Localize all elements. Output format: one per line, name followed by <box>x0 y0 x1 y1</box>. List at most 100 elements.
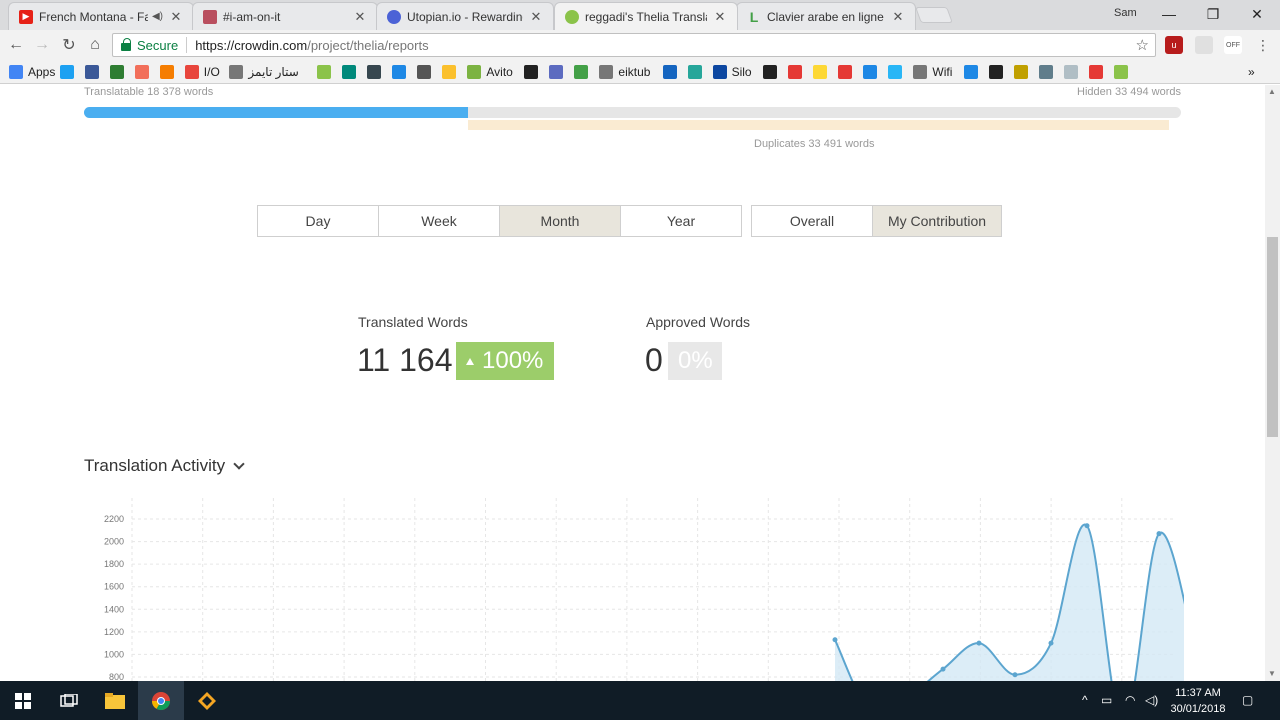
bookmark-favicon-icon <box>367 65 382 79</box>
browser-tab[interactable]: #i-am-on-it ✕ <box>192 2 378 30</box>
new-tab-button[interactable] <box>915 7 953 23</box>
back-icon[interactable]: ← <box>4 34 28 56</box>
bookmark-item[interactable] <box>888 64 907 80</box>
bookmark-item[interactable]: Apps <box>9 64 55 80</box>
crowdin-icon <box>565 9 579 24</box>
forward-icon[interactable]: → <box>30 34 54 56</box>
tab-day[interactable]: Day <box>257 205 379 237</box>
bookmark-item[interactable] <box>367 64 386 80</box>
bookmark-item[interactable]: Wifi <box>913 64 952 80</box>
bookmark-item[interactable] <box>1014 64 1033 80</box>
bookmark-item[interactable] <box>134 64 154 80</box>
bookmark-item[interactable] <box>159 64 179 80</box>
home-icon[interactable]: ⌂ <box>83 34 107 56</box>
more-bookmarks-icon[interactable]: » <box>1248 64 1255 80</box>
activity-title-text: Translation Activity <box>84 456 226 475</box>
translation-activity-title[interactable]: Translation Activity <box>84 456 245 476</box>
tab-overall[interactable]: Overall <box>751 205 873 237</box>
bookmark-item[interactable] <box>417 64 436 80</box>
close-tab-icon[interactable]: ✕ <box>891 9 905 25</box>
scroll-up-icon[interactable]: ▲ <box>1268 87 1276 96</box>
bookmark-item[interactable]: ستار تايمز <box>229 64 299 80</box>
bookmark-item[interactable]: Avito <box>467 64 513 80</box>
y-tick-label: 1000 <box>104 649 124 659</box>
volume-icon[interactable]: ◁) <box>1145 693 1158 707</box>
browser-tab[interactable]: ▶ French Montana - Far ◀) ✕ <box>8 2 194 30</box>
bookmark-item[interactable]: eiktub <box>599 64 650 80</box>
tab-year[interactable]: Year <box>620 205 742 237</box>
translated-percent-badge: 100% <box>456 342 554 380</box>
scrollbar-thumb[interactable] <box>1267 237 1278 437</box>
chrome-icon[interactable] <box>138 681 184 720</box>
off-icon[interactable]: OFF <box>1224 36 1242 54</box>
bookmark-item[interactable] <box>1064 64 1083 80</box>
bookmark-item[interactable]: I/O <box>184 64 220 80</box>
bookmark-item[interactable] <box>342 64 361 80</box>
bookmark-item[interactable] <box>813 64 832 80</box>
bookmark-item[interactable] <box>392 64 411 80</box>
bookmark-item[interactable] <box>763 64 782 80</box>
bookmark-item[interactable] <box>574 64 593 80</box>
task-view-icon[interactable] <box>46 681 92 720</box>
browser-tab[interactable]: Utopian.io - Rewarding C ✕ <box>376 2 554 30</box>
bookmark-favicon-icon <box>549 65 564 79</box>
bookmark-item[interactable] <box>524 64 543 80</box>
url-path: /project/thelia/reports <box>307 37 429 53</box>
bookmark-item[interactable] <box>1089 64 1108 80</box>
minimize-icon[interactable]: — <box>1146 0 1192 28</box>
bookmark-favicon-icon <box>989 65 1004 79</box>
bookmark-item[interactable] <box>838 64 857 80</box>
wifi-icon[interactable]: ◠ <box>1125 693 1135 707</box>
tab-icon[interactable] <box>1195 36 1213 54</box>
scrollbar[interactable]: ▲ ▼ <box>1265 85 1280 681</box>
bookmark-item[interactable] <box>863 64 882 80</box>
tab-my-contribution[interactable]: My Contribution <box>872 205 1002 237</box>
app-icon[interactable] <box>184 681 230 720</box>
browser-tab[interactable]: L Clavier arabe en ligne LE ✕ <box>736 2 916 30</box>
close-tab-icon[interactable]: ✕ <box>713 9 727 25</box>
bookmark-item[interactable]: Silo <box>712 64 752 80</box>
close-tab-icon[interactable]: ✕ <box>169 9 183 25</box>
bookmark-item[interactable] <box>1039 64 1058 80</box>
bookmark-item[interactable] <box>964 64 983 80</box>
bookmark-favicon-icon <box>524 65 539 79</box>
bookmark-item[interactable] <box>442 64 461 80</box>
close-window-icon[interactable]: ✕ <box>1234 0 1280 28</box>
bookmark-favicon-icon <box>838 65 853 79</box>
bookmark-item[interactable] <box>662 64 682 80</box>
bookmark-item[interactable] <box>788 64 807 80</box>
bookmark-item[interactable] <box>59 64 79 80</box>
browser-tab-active[interactable]: reggadi's Thelia Translati ✕ <box>554 2 738 30</box>
bookmark-item[interactable] <box>317 64 336 80</box>
restore-icon[interactable]: ❐ <box>1190 0 1236 28</box>
bookmark-item[interactable] <box>84 64 104 80</box>
tab-week[interactable]: Week <box>378 205 500 237</box>
bookmark-label: Apps <box>28 65 56 79</box>
tab-month[interactable]: Month <box>499 205 621 237</box>
battery-icon[interactable]: ▭ <box>1101 693 1112 707</box>
data-point <box>976 640 982 646</box>
bookmark-item[interactable] <box>109 64 129 80</box>
bookmark-label: Avito <box>486 65 513 79</box>
bookmark-item[interactable] <box>687 64 707 80</box>
address-bar[interactable]: Secure https://crowdin.com/project/theli… <box>112 33 1156 57</box>
bookmark-favicon-icon <box>342 65 357 79</box>
windows-start-icon[interactable] <box>0 681 46 720</box>
notifications-icon[interactable]: ▢ <box>1242 693 1253 707</box>
profile-name[interactable]: Sam <box>1114 7 1137 19</box>
scroll-down-icon[interactable]: ▼ <box>1268 669 1276 678</box>
up-arrow-icon <box>466 357 474 365</box>
close-tab-icon[interactable]: ✕ <box>529 9 543 25</box>
close-tab-icon[interactable]: ✕ <box>353 9 367 25</box>
bookmark-item[interactable] <box>549 64 568 80</box>
clock[interactable]: 11:37 AM 30/01/2018 <box>1166 685 1230 717</box>
bookmark-item[interactable] <box>1114 64 1133 80</box>
bookmark-star-icon[interactable]: ☆ <box>1136 36 1149 54</box>
speaker-icon[interactable]: ◀) <box>152 11 163 22</box>
reload-icon[interactable]: ↻ <box>57 34 81 56</box>
ublock-icon[interactable]: u <box>1165 36 1183 54</box>
file-explorer-icon[interactable] <box>92 681 138 720</box>
menu-icon[interactable]: ⋮ <box>1254 36 1272 54</box>
tray-chevron-icon[interactable]: ^ <box>1082 693 1088 707</box>
bookmark-item[interactable] <box>989 64 1008 80</box>
